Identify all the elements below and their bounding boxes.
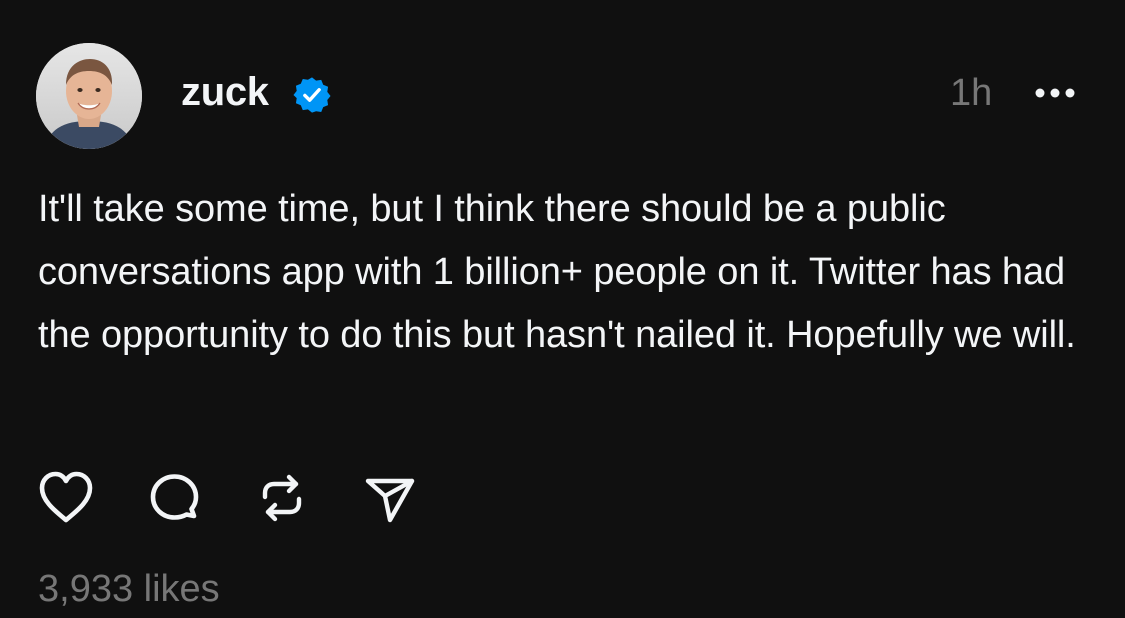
post-timestamp: 1h	[950, 72, 993, 114]
avatar[interactable]	[36, 43, 142, 149]
like-button[interactable]	[36, 468, 96, 528]
likes-count[interactable]: 3,933 likes	[38, 566, 220, 612]
repost-button[interactable]	[252, 468, 312, 528]
share-button[interactable]	[360, 468, 420, 528]
verified-badge-icon	[293, 76, 331, 114]
repost-icon	[262, 474, 302, 522]
thread-post: zuck 1h It'll take some time, but I thin…	[0, 0, 1125, 618]
username[interactable]: zuck	[181, 66, 269, 118]
comment-icon	[150, 474, 199, 520]
post-text: It'll take some time, but I think there …	[38, 188, 1076, 356]
heart-icon	[39, 471, 93, 523]
ellipsis-icon[interactable]	[1034, 86, 1076, 100]
send-icon	[365, 478, 415, 523]
reply-button[interactable]	[144, 468, 204, 528]
